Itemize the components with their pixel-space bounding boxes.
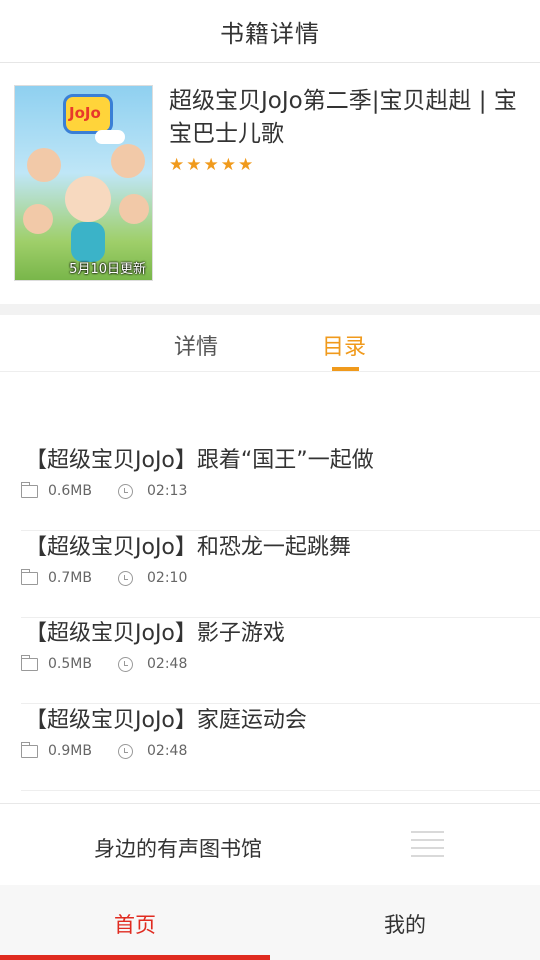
star-icon: ★ [220,155,236,175]
library-label: 身边的有声图书馆 [94,837,262,861]
episode-size: 0.9MB [48,743,92,759]
episode-title: 【超级宝贝JoJo】跟着“国王”一起做 [25,448,374,473]
episode-size: 0.5MB [48,656,92,672]
episode-duration: 02:13 [147,483,188,499]
star-icon: ★ [238,155,254,175]
folder-icon [21,481,38,498]
star-icon: ★ [203,155,219,175]
tab-contents[interactable]: 目录 [322,329,366,361]
episode-duration: 02:48 [147,743,188,759]
nav-mine[interactable]: 我的 [270,885,540,960]
cover-update-date: 5月10日更新 [69,262,146,277]
nav-mine-label: 我的 [384,913,426,937]
nav-active-indicator [0,955,270,960]
clock-icon [118,570,133,586]
episode-size: 0.7MB [48,570,92,586]
menu-line [411,855,444,857]
episode-title: 【超级宝贝JoJo】和恐龙一起跳舞 [25,535,351,560]
star-icon: ★ [186,155,202,175]
folder-icon [21,654,38,671]
section-divider [0,304,540,315]
nav-home-label: 首页 [114,913,156,937]
book-cover[interactable]: JoJo 5月10日更新 [14,85,153,281]
episode-meta: 0.5MB 02:48 [21,654,188,672]
menu-line [411,831,444,833]
clock-icon [118,656,133,672]
bottom-nav: 首页 我的 [0,885,540,960]
clock-icon [118,483,133,499]
cover-character [23,204,53,234]
cover-season-badge [95,130,125,144]
tab-detail[interactable]: 详情 [174,329,218,361]
rating-stars: ★ ★ ★ ★ ★ [169,156,253,174]
tab-bar: 详情 目录 [0,315,540,372]
episode-title: 【超级宝贝JoJo】家庭运动会 [25,708,307,733]
cover-character [65,176,111,222]
episode-item[interactable]: 【超级宝贝JoJo】影子游戏 0.5MB 02:48 [21,618,540,704]
cover-character [71,222,105,262]
episode-item[interactable]: 【超级宝贝JoJo】和恐龙一起跳舞 0.7MB 02:10 [21,532,540,618]
cover-character [119,194,149,224]
player-bar[interactable]: 身边的有声图书馆 [0,803,540,885]
menu-line [411,847,444,849]
episode-title: 【超级宝贝JoJo】影子游戏 [25,621,285,646]
episode-meta: 0.6MB 02:13 [21,481,188,499]
nav-home[interactable]: 首页 [0,885,270,960]
cover-logo-text: JoJo [69,104,101,122]
active-tab-indicator [332,367,359,371]
folder-icon [21,741,38,758]
cover-character [111,144,145,178]
playlist-menu-icon[interactable] [411,829,444,859]
episode-size: 0.6MB [48,483,92,499]
episode-item[interactable]: 【超级宝贝JoJo】家庭运动会 0.9MB 02:48 [21,705,540,791]
cover-character [27,148,61,182]
book-title: 超级宝贝JoJo第二季|宝贝赳赳 | 宝宝巴士儿歌 [169,88,517,147]
menu-line [411,839,444,841]
episode-meta: 0.7MB 02:10 [21,568,188,586]
book-info: JoJo 5月10日更新 超级宝贝JoJo第二季|宝贝赳赳 | 宝宝巴士儿歌 ★… [0,63,540,304]
page-title: 书籍详情 [220,19,320,48]
episode-duration: 02:48 [147,656,188,672]
star-icon: ★ [169,155,185,175]
episode-list[interactable]: 【超级宝贝JoJo】跟着“国王”一起做 0.6MB 02:13 【超级宝贝JoJ… [0,373,540,803]
episode-duration: 02:10 [147,570,188,586]
episode-meta: 0.9MB 02:48 [21,741,188,759]
top-bar: 书籍详情 [0,0,540,63]
episode-item[interactable]: 【超级宝贝JoJo】跟着“国王”一起做 0.6MB 02:13 [21,445,540,531]
clock-icon [118,743,133,759]
folder-icon [21,568,38,585]
